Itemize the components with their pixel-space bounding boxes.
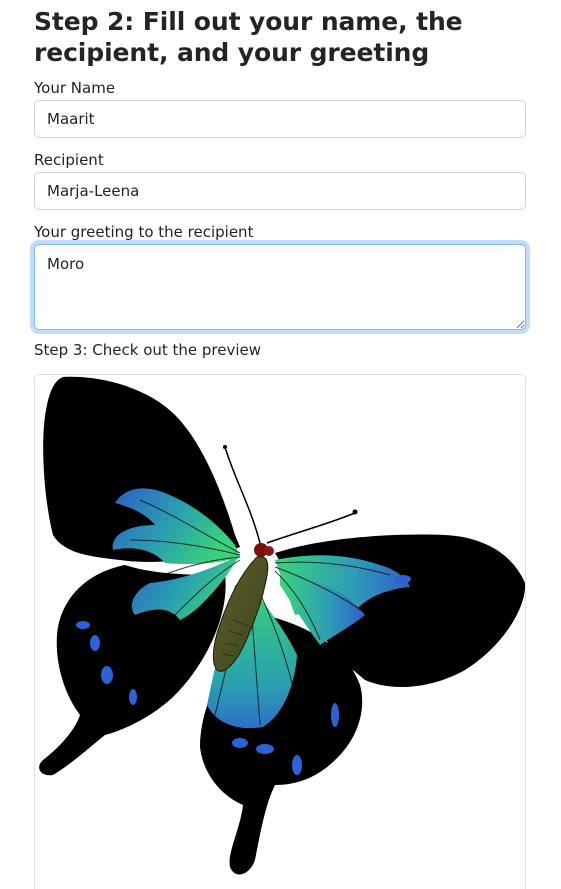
greeting-label: Your greeting to the recipient (34, 223, 254, 241)
your-name-label: Your Name (34, 79, 116, 97)
recipient-input[interactable] (34, 172, 526, 210)
butterfly-image (39, 376, 525, 875)
step-3-heading: Step 3: Check out the preview (34, 341, 262, 359)
greeting-form: Step 2: Fill out your name, the recipien… (34, 0, 526, 359)
card-preview (34, 374, 526, 889)
your-name-input[interactable] (34, 100, 526, 138)
greeting-textarea[interactable]: Moro (34, 244, 526, 330)
step-2-heading: Step 2: Fill out your name, the recipien… (34, 7, 463, 67)
recipient-label: Recipient (34, 151, 104, 169)
